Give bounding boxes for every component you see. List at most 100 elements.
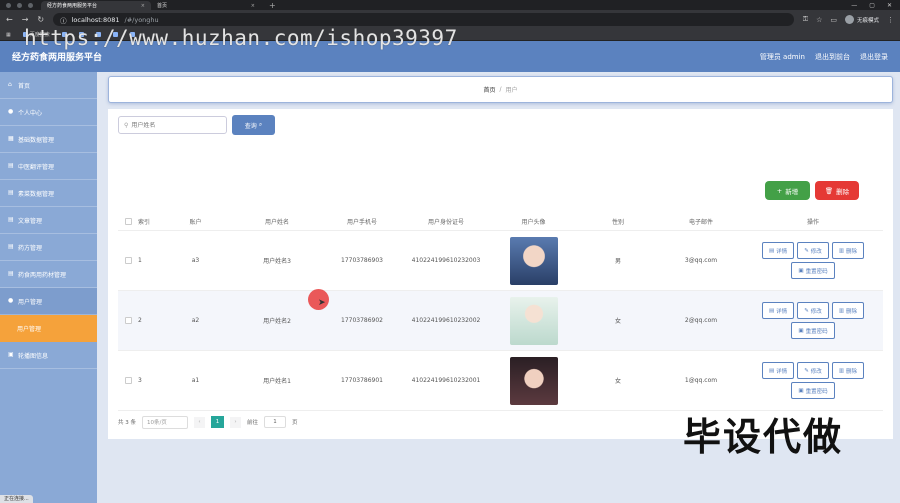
user-list-panel: ⚲ 查询 ⌕ + 新增 🗑 删除 索引 账户 用户姓名 用户手机号 用户身份证号… [108, 109, 893, 439]
detail-icon: ▤ [768, 367, 775, 374]
row-checkbox[interactable] [124, 317, 132, 324]
edit-icon: ✎ [804, 307, 809, 314]
row-checkbox[interactable] [124, 257, 132, 264]
sidebar-item-tcm[interactable]: ▤ 中医翻评管理 [0, 153, 97, 180]
add-button[interactable]: + 新增 [765, 181, 810, 200]
reset-password-button[interactable]: ▣ 重置密码 [791, 382, 835, 399]
page-number-current[interactable]: 1 [211, 416, 224, 428]
close-window-icon[interactable]: ✕ [887, 2, 892, 9]
cell-phone: 17703786901 [341, 377, 383, 384]
home-icon: ⌂ [8, 81, 12, 88]
maximize-icon[interactable]: ▢ [869, 2, 875, 9]
detail-icon: ▤ [768, 307, 775, 314]
reset-icon: ▣ [798, 327, 804, 334]
page-size-select[interactable]: 10条/页 [142, 415, 188, 429]
query-button[interactable]: 查询 ⌕ [232, 115, 275, 135]
new-tab-icon[interactable]: + [261, 1, 284, 10]
exit-to-front-link[interactable]: 退出到前台 [815, 52, 850, 62]
edit-label: 修改 [810, 248, 822, 255]
minimize-icon[interactable]: — [851, 2, 857, 9]
add-button-label: 新增 [785, 187, 799, 196]
doc-icon: ▤ [8, 189, 14, 196]
search-field[interactable] [131, 121, 221, 129]
edit-button[interactable]: ✎ 修改 [797, 362, 829, 379]
detail-button[interactable]: ▤ 详情 [761, 362, 795, 379]
url-field[interactable]: ⓘ localhost:8081 /#/yonghu [53, 13, 794, 26]
cell-index: 1 [138, 257, 142, 264]
edit-label: 修改 [810, 308, 822, 315]
reset-label: 重置密码 [805, 388, 828, 395]
reset-icon: ▣ [798, 387, 804, 394]
doc-icon: ▤ [8, 216, 14, 223]
page-size-value: 10条/页 [147, 420, 167, 426]
sidebar-item-prescriptions[interactable]: ▤ 药方管理 [0, 234, 97, 261]
sidebar-item-articles[interactable]: ▤ 文章管理 [0, 207, 97, 234]
cell-idcard: 410224199610232002 [411, 317, 481, 324]
edit-button[interactable]: ✎ 修改 [797, 302, 829, 319]
breadcrumb-separator: / [499, 86, 502, 93]
row-delete-button[interactable]: ▥ 删除 [831, 362, 865, 379]
mouse-cursor-icon: ➤ [318, 298, 326, 308]
breadcrumb: 首页 / 用户 [108, 76, 893, 103]
logout-link[interactable]: 退出登录 [860, 52, 888, 62]
cell-account: a2 [191, 317, 200, 324]
sidebar-item-users[interactable]: ● 用户管理 [0, 288, 97, 315]
sidebar-item-dish-data[interactable]: ▤ 素菜数据管理 [0, 180, 97, 207]
incognito-profile[interactable]: 无痕模式 [844, 15, 879, 24]
delete-button[interactable]: 🗑 删除 [815, 181, 859, 200]
menu-icon[interactable]: ⋮ [887, 16, 894, 24]
tab-close-icon[interactable]: × [141, 3, 145, 9]
row-checkbox[interactable] [124, 377, 132, 384]
key-icon[interactable]: ⚿ [803, 15, 808, 24]
goto-page-input[interactable]: 1 [264, 416, 287, 428]
edit-icon: ✎ [804, 367, 809, 374]
header-phone: 用户手机号 [346, 219, 377, 226]
browser-tab-app[interactable]: 经方药食两用服务平台 × [41, 1, 151, 10]
reset-password-button[interactable]: ▣ 重置密码 [791, 262, 835, 279]
detail-label: 详情 [776, 248, 788, 255]
sidebar-item-basic-data[interactable]: ▦ 基础数据管理 [0, 126, 97, 153]
window-buttons: — ▢ ✕ [851, 2, 900, 10]
forward-icon[interactable]: → [22, 15, 29, 24]
detail-button[interactable]: ▤ 详情 [761, 242, 795, 259]
reset-password-button[interactable]: ▣ 重置密码 [791, 322, 835, 339]
breadcrumb-home[interactable]: 首页 [483, 85, 495, 94]
detail-button[interactable]: ▤ 详情 [761, 302, 795, 319]
row-delete-button[interactable]: ▥ 删除 [831, 302, 865, 319]
plus-icon: + [776, 186, 783, 195]
sidebar-item-label: 素菜数据管理 [18, 190, 55, 198]
browser-tab-home[interactable]: 首页 × [151, 1, 261, 10]
user-icon: ● [8, 108, 14, 115]
sidebar-subitem-user-manage[interactable]: 用户管理 [0, 315, 97, 342]
avatar [509, 236, 558, 285]
edit-button[interactable]: ✎ 修改 [797, 242, 829, 259]
window-icon[interactable]: ▭ [830, 16, 837, 24]
query-button-label: 查询 [244, 122, 257, 130]
tab-close-icon[interactable]: × [251, 3, 255, 9]
cell-name: 用户姓名3 [263, 258, 291, 265]
back-icon[interactable]: ← [6, 15, 13, 24]
row-delete-button[interactable]: ▥ 删除 [831, 242, 865, 259]
profile-label: 无痕模式 [856, 17, 879, 24]
select-all-checkbox[interactable] [124, 218, 132, 225]
sidebar-item-herbs[interactable]: ▤ 药食两用药材管理 [0, 261, 97, 288]
grid-icon: ▦ [8, 135, 14, 142]
search-input[interactable]: ⚲ [118, 116, 227, 134]
image-icon: ▣ [8, 351, 14, 358]
next-page-button[interactable]: › [230, 416, 241, 428]
sidebar-item-label: 药食两用药材管理 [18, 271, 67, 279]
table-row: 1 a3 用户姓名3 17703786903 41022419961023200… [118, 231, 883, 291]
header-ops: 操作 [806, 219, 819, 226]
star-icon[interactable]: ☆ [816, 16, 822, 24]
overlay-caption: 毕设代做 [683, 415, 844, 459]
sidebar-item-home[interactable]: ⌂ 首页 [0, 72, 97, 99]
sidebar-item-label: 中医翻评管理 [18, 163, 55, 171]
reset-label: 重置密码 [805, 268, 828, 275]
apps-icon[interactable]: ▦ [6, 32, 11, 38]
prev-page-button[interactable]: ‹ [194, 416, 205, 428]
reload-icon[interactable]: ↻ [37, 15, 44, 24]
edit-icon: ✎ [804, 247, 809, 254]
sidebar-item-profile[interactable]: ● 个人中心 [0, 99, 97, 126]
page-suffix: 页 [292, 420, 298, 426]
sidebar-item-carousel[interactable]: ▣ 轮播图信息 [0, 342, 97, 369]
